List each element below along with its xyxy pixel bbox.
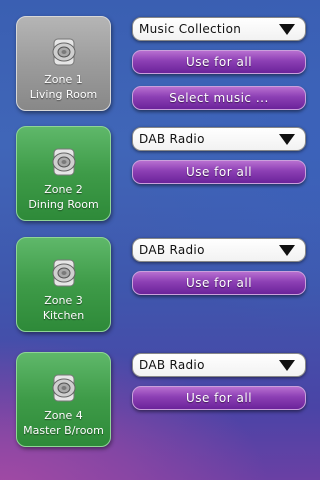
- dropdown-arrow-icon: [279, 245, 295, 256]
- zone-3-room: Kitchen: [42, 309, 85, 322]
- zone-1-number: Zone 1: [44, 73, 83, 86]
- zone-3-source-value: DAB Radio: [139, 243, 205, 257]
- zone-3-tile[interactable]: Zone 3 Kitchen: [16, 237, 111, 332]
- dropdown-arrow-icon: [279, 24, 295, 35]
- speaker-icon: [49, 37, 79, 67]
- zone-1-room: Living Room: [29, 88, 98, 101]
- zone-2-room: Dining Room: [28, 198, 99, 211]
- zone-2-tile[interactable]: Zone 2 Dining Room: [16, 126, 111, 221]
- zone-1-tile[interactable]: Zone 1 Living Room: [16, 16, 111, 111]
- zone-1-use-for-all-button[interactable]: Use for all: [132, 50, 306, 74]
- zone-3-number: Zone 3: [44, 294, 83, 307]
- speaker-icon: [49, 373, 79, 403]
- zone-1-source-value: Music Collection: [139, 22, 242, 36]
- zone-2-use-for-all-button[interactable]: Use for all: [132, 160, 306, 184]
- dropdown-arrow-icon: [279, 134, 295, 145]
- dropdown-arrow-icon: [279, 360, 295, 371]
- zone-4-use-for-all-button[interactable]: Use for all: [132, 386, 306, 410]
- zone-4-number: Zone 4: [44, 409, 83, 422]
- zone-3-label: Zone 3 Kitchen: [17, 293, 110, 323]
- zone-4-tile[interactable]: Zone 4 Master B/room: [16, 352, 111, 447]
- zone-1-label: Zone 1 Living Room: [17, 72, 110, 102]
- zone-2-source-dropdown[interactable]: DAB Radio: [132, 127, 306, 151]
- zone-2-number: Zone 2: [44, 183, 83, 196]
- speaker-icon: [49, 258, 79, 288]
- zone-3-source-dropdown[interactable]: DAB Radio: [132, 238, 306, 262]
- zone-4-source-value: DAB Radio: [139, 358, 205, 372]
- zone-1-select-music-button[interactable]: Select music ...: [132, 86, 306, 110]
- speaker-icon: [49, 147, 79, 177]
- zone-4-source-dropdown[interactable]: DAB Radio: [132, 353, 306, 377]
- zone-2-label: Zone 2 Dining Room: [17, 182, 110, 212]
- zone-1-source-dropdown[interactable]: Music Collection: [132, 17, 306, 41]
- zone-4-room: Master B/room: [23, 424, 104, 437]
- zone-2-source-value: DAB Radio: [139, 132, 205, 146]
- zone-3-use-for-all-button[interactable]: Use for all: [132, 271, 306, 295]
- zone-4-label: Zone 4 Master B/room: [17, 408, 110, 438]
